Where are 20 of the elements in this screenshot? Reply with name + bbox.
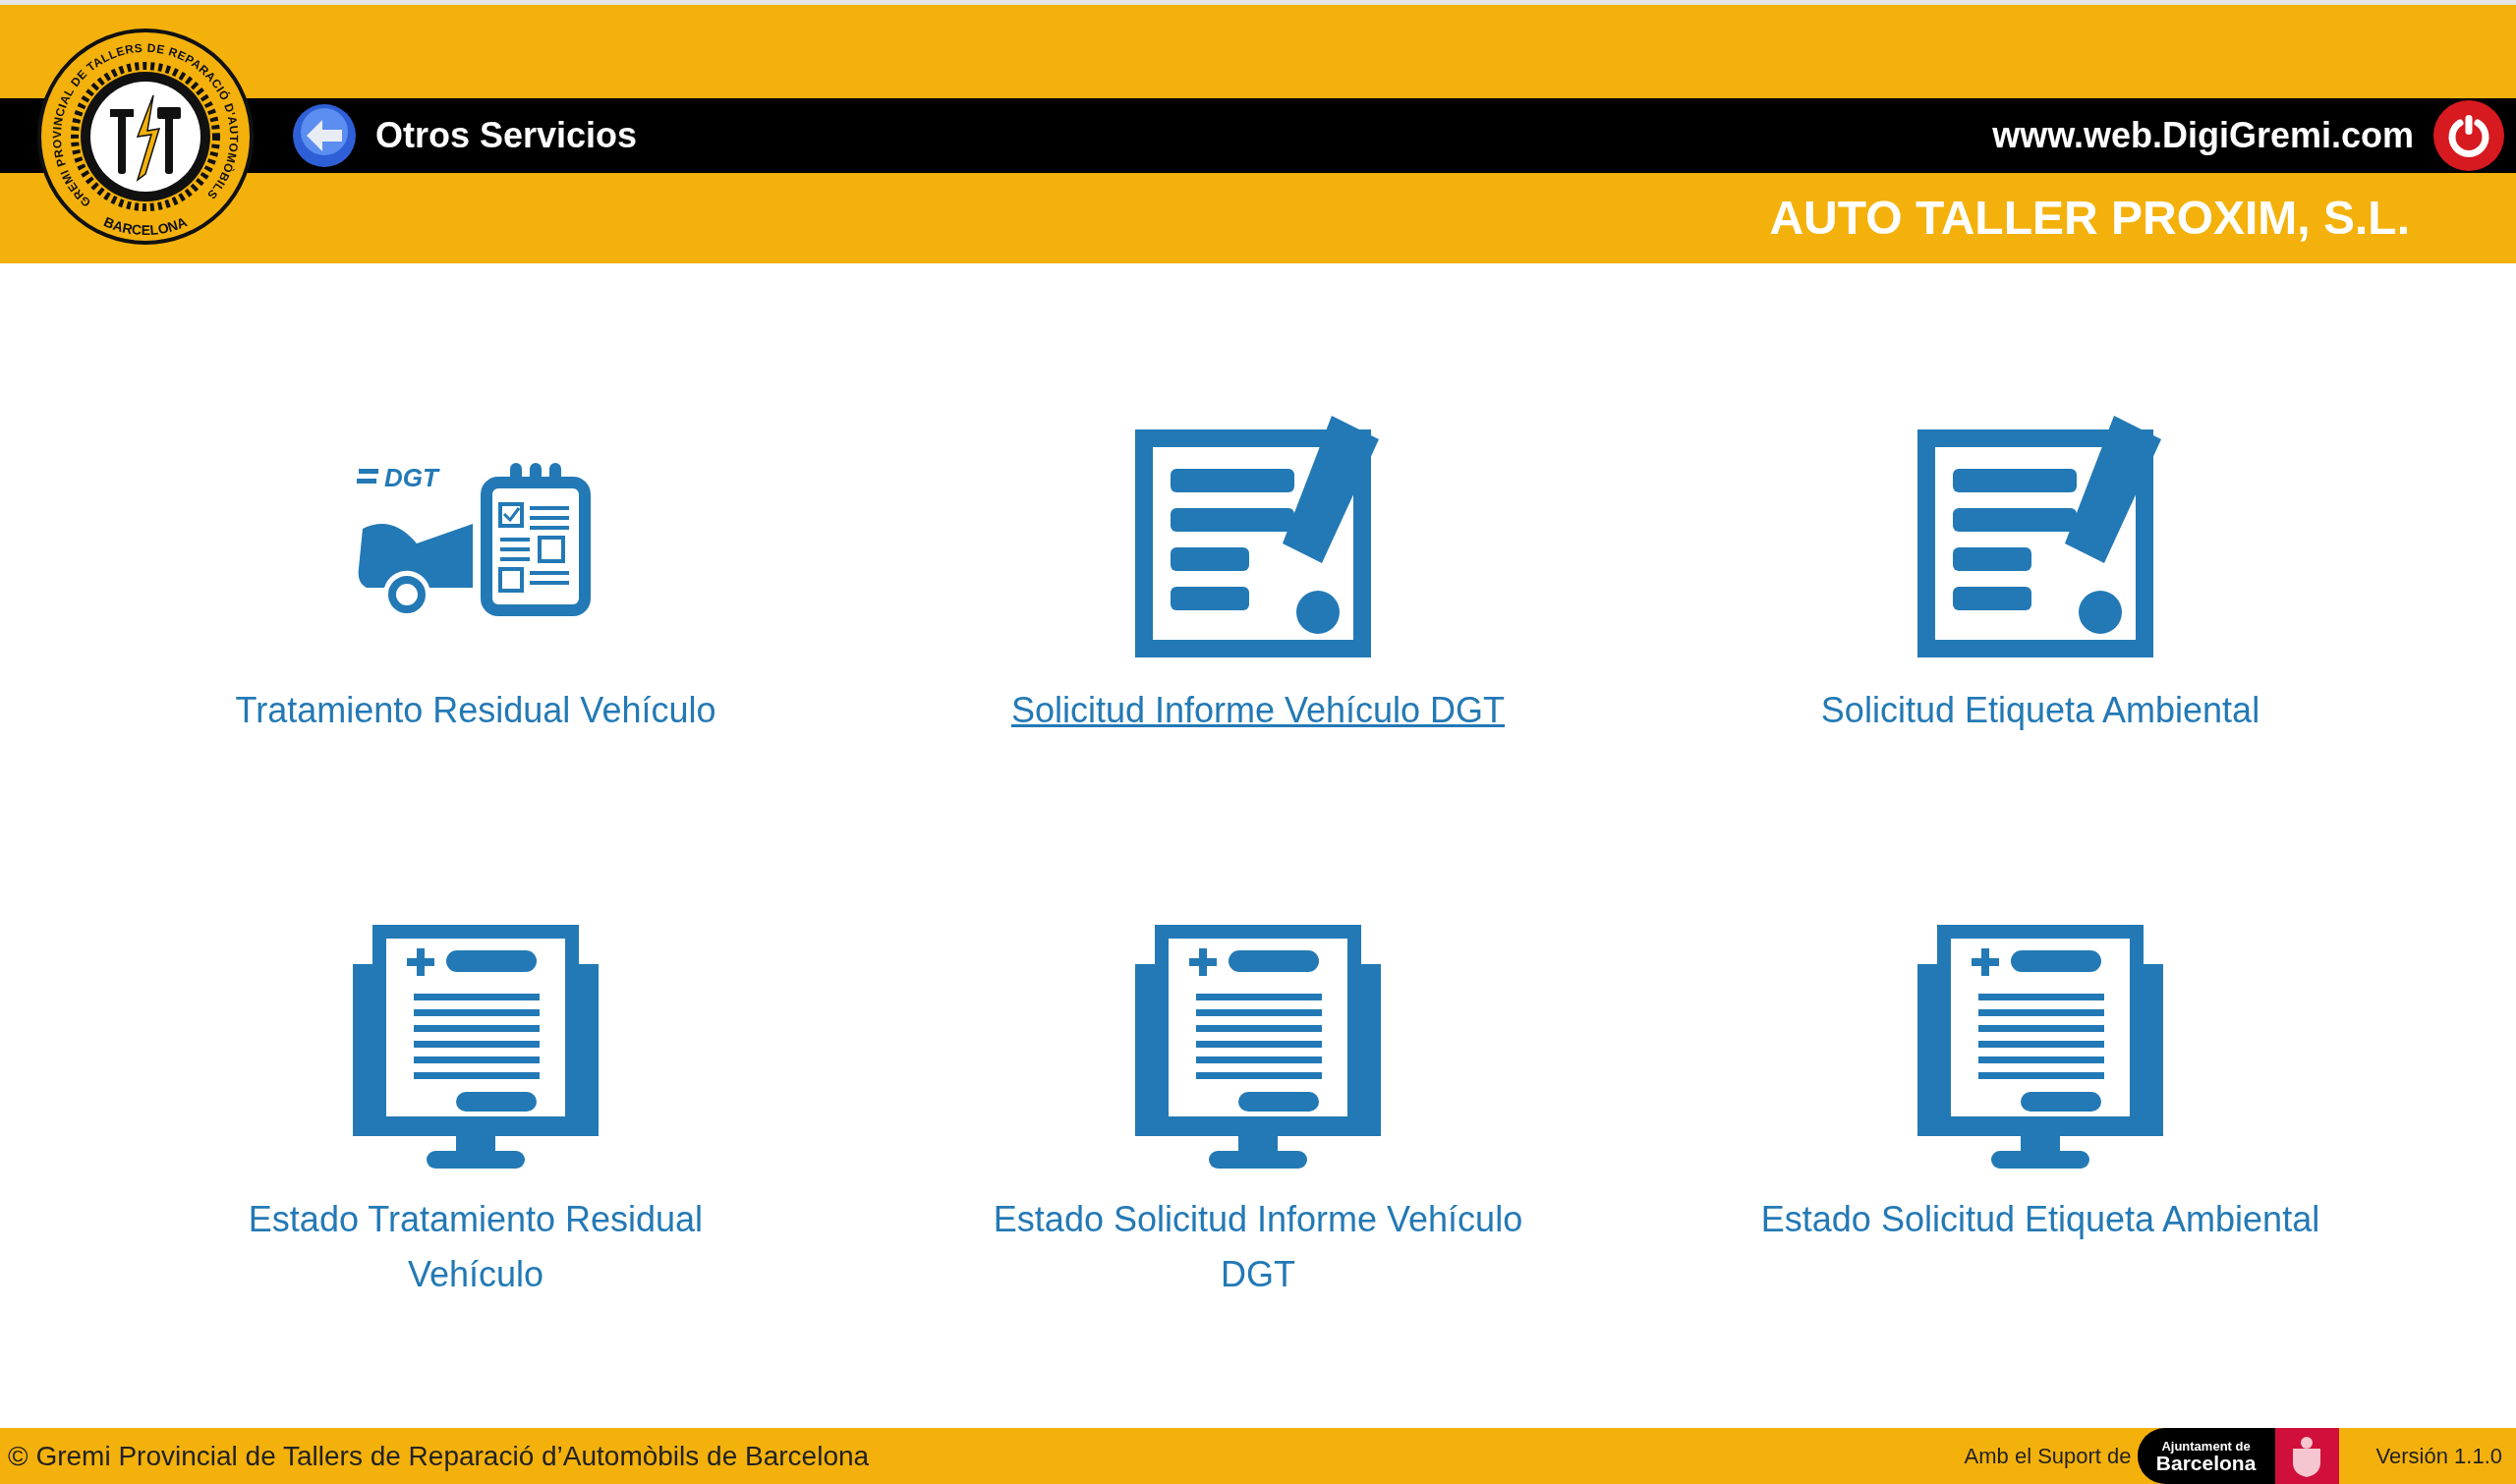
service-link[interactable]: Estado Solicitud Informe Vehículo DGT xyxy=(963,1192,1553,1302)
sponsor-small-text: Ajuntament de xyxy=(2161,1439,2251,1453)
monitor-document-icon xyxy=(1135,925,1381,1170)
service-link[interactable]: Tratamiento Residual Vehículo xyxy=(235,683,716,738)
monitor-document-icon xyxy=(1917,925,2163,1170)
copyright-text: © Gremi Provincial de Tallers de Reparació d’Automòbils de Barcelona xyxy=(8,1439,870,1473)
company-name: AUTO TALLER PROXIM, S.L. xyxy=(1769,191,2410,246)
dgt-label: DGT xyxy=(384,465,438,490)
back-button[interactable]: Otros Servicios xyxy=(291,102,638,169)
monitor-document-icon xyxy=(353,925,599,1170)
service-link[interactable]: Estado Solicitud Etiqueta Ambiental xyxy=(1760,1192,2320,1247)
service-link[interactable]: Estado Tratamiento Residual Vehículo xyxy=(181,1192,771,1302)
version-text: Versión 1.1.0 xyxy=(2375,1443,2502,1470)
service-link[interactable]: Solicitud Etiqueta Ambiental xyxy=(1820,683,2260,738)
support-text: Amb el Suport de xyxy=(1964,1443,2132,1470)
power-icon xyxy=(2446,113,2491,158)
website-link[interactable]: www.web.DigiGremi.com xyxy=(1992,109,2414,162)
service-link[interactable]: Solicitud Informe Vehículo DGT xyxy=(1010,683,1506,738)
sponsor-name: Barcelona xyxy=(2155,1452,2257,1473)
dgt-stripes-icon xyxy=(357,469,378,484)
